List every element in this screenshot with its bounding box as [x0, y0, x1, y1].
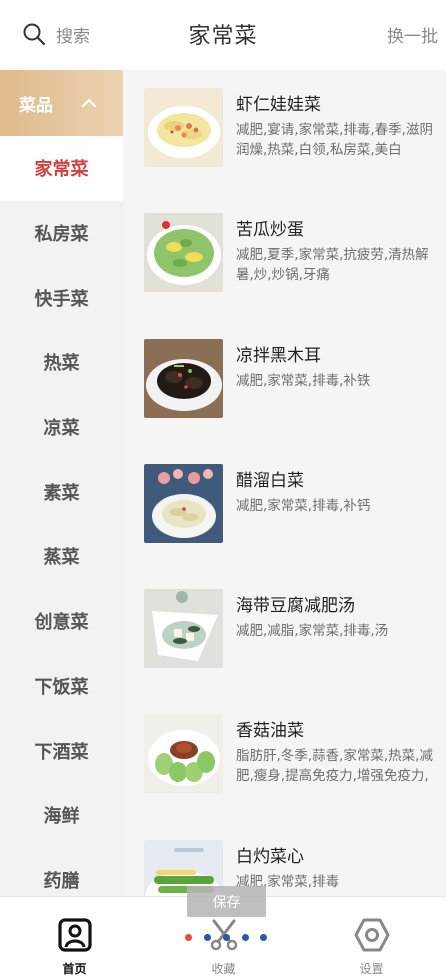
tab-home[interactable]: 首页 [0, 897, 149, 979]
page-indicator-dots [185, 934, 267, 944]
recipe-item[interactable]: 凉拌黑木耳 减肥,家常菜,排毒,补铁 [123, 321, 446, 446]
save-toast-button[interactable]: 保存 [187, 886, 266, 917]
sidebar-item-zhengcai[interactable]: 蒸菜 [0, 524, 123, 589]
sidebar-item-xiafancai[interactable]: 下饭菜 [0, 654, 123, 719]
tab-home-label: 首页 [62, 962, 87, 976]
sidebar-item-yaoshan[interactable]: 药膳 [0, 848, 123, 896]
recipe-name: 海带豆腐减肥汤 [236, 596, 355, 617]
recipe-name: 凉拌黑木耳 [236, 345, 321, 366]
sidebar-item-sifangcai[interactable]: 私房菜 [0, 201, 123, 266]
search-icon [23, 23, 46, 46]
sidebar-item-sucai[interactable]: 素菜 [0, 459, 123, 524]
sidebar-item-xiajiucai[interactable]: 下酒菜 [0, 718, 123, 783]
recipe-name: 醋溜白菜 [236, 470, 304, 491]
recipe-item[interactable]: 香菇油菜 脂肪肝,冬季,蒜香,家常菜,热菜,减肥,瘦身,提高免疫力,增强免疫力, [123, 696, 446, 821]
sidebar-item-liangcai[interactable]: 凉菜 [0, 395, 123, 460]
chevron-up-icon [81, 98, 97, 108]
tab-settings[interactable]: 设置 [297, 897, 446, 979]
recipe-thumbnail [144, 714, 223, 794]
sidebar-item-jiachangcai[interactable]: 家常菜 [0, 136, 123, 201]
sidebar-item-recai[interactable]: 热菜 [0, 330, 123, 395]
search-label: 搜索 [56, 26, 90, 47]
recipe-thumbnail [144, 213, 223, 293]
recipe-tags: 减肥,家常菜,排毒,补钙 [236, 497, 371, 514]
recipe-name: 苦瓜炒蛋 [236, 220, 304, 241]
recipe-thumbnail [144, 88, 223, 167]
sidebar-item-haixian[interactable]: 海鲜 [0, 783, 123, 848]
recipe-item[interactable]: 虾仁娃娃菜 减肥,宴请,家常菜,排毒,春季,滋阴润燥,热菜,白领,私房菜,美白 [123, 70, 446, 195]
recipe-name: 白灼菜心 [236, 846, 304, 867]
category-group-label: 菜品 [19, 95, 53, 116]
tab-favorites-label: 收藏 [211, 962, 236, 976]
recipe-tags: 脂肪肝,冬季,蒜香,家常菜,热菜,减肥,瘦身,提高免疫力,增强免疫力, [236, 748, 433, 785]
recipe-tags: 减肥,家常菜,排毒 [236, 873, 340, 890]
home-icon [57, 918, 92, 952]
recipe-tags: 减肥,减脂,家常菜,排毒,汤 [236, 623, 389, 640]
recipe-tags: 减肥,夏季,家常菜,抗疲劳,清热解暑,炒,炒锅,牙痛 [236, 247, 429, 284]
category-group-header[interactable]: 菜品 [0, 70, 123, 136]
sidebar-item-kuaishoucai[interactable]: 快手菜 [0, 265, 123, 330]
recipe-item[interactable]: 白灼菜心 减肥,家常菜,排毒 [123, 822, 446, 896]
tab-settings-label: 设置 [359, 962, 384, 976]
recipe-item[interactable]: 醋溜白菜 减肥,家常菜,排毒,补钙 [123, 446, 446, 571]
search-button[interactable]: 搜索 [22, 20, 90, 48]
recipe-list: 虾仁娃娃菜 减肥,宴请,家常菜,排毒,春季,滋阴润燥,热菜,白领,私房菜,美白 … [123, 70, 446, 896]
refresh-batch-button[interactable]: 换一批 [387, 22, 438, 47]
recipe-tags: 减肥,家常菜,排毒,补铁 [236, 372, 371, 389]
recipe-name: 虾仁娃娃菜 [236, 95, 321, 115]
settings-icon [354, 918, 389, 952]
recipe-thumbnail [144, 589, 223, 669]
recipe-name: 香菇油菜 [236, 721, 304, 742]
category-sidebar: 菜品 家常菜 私房菜 快手菜 热菜 凉菜 素菜 蒸菜 创意菜 下饭菜 下酒菜 海… [0, 70, 123, 896]
sidebar-item-chuangyicai[interactable]: 创意菜 [0, 589, 123, 654]
recipe-item[interactable]: 苦瓜炒蛋 减肥,夏季,家常菜,抗疲劳,清热解暑,炒,炒锅,牙痛 [123, 195, 446, 320]
recipe-thumbnail [144, 463, 223, 543]
recipe-tags: 减肥,宴请,家常菜,排毒,春季,滋阴润燥,热菜,白领,私房菜,美白 [236, 122, 433, 158]
recipe-thumbnail [144, 338, 223, 418]
recipe-item[interactable]: 海带豆腐减肥汤 减肥,减脂,家常菜,排毒,汤 [123, 571, 446, 696]
top-bar: 搜索 家常菜 换一批 [0, 0, 446, 70]
